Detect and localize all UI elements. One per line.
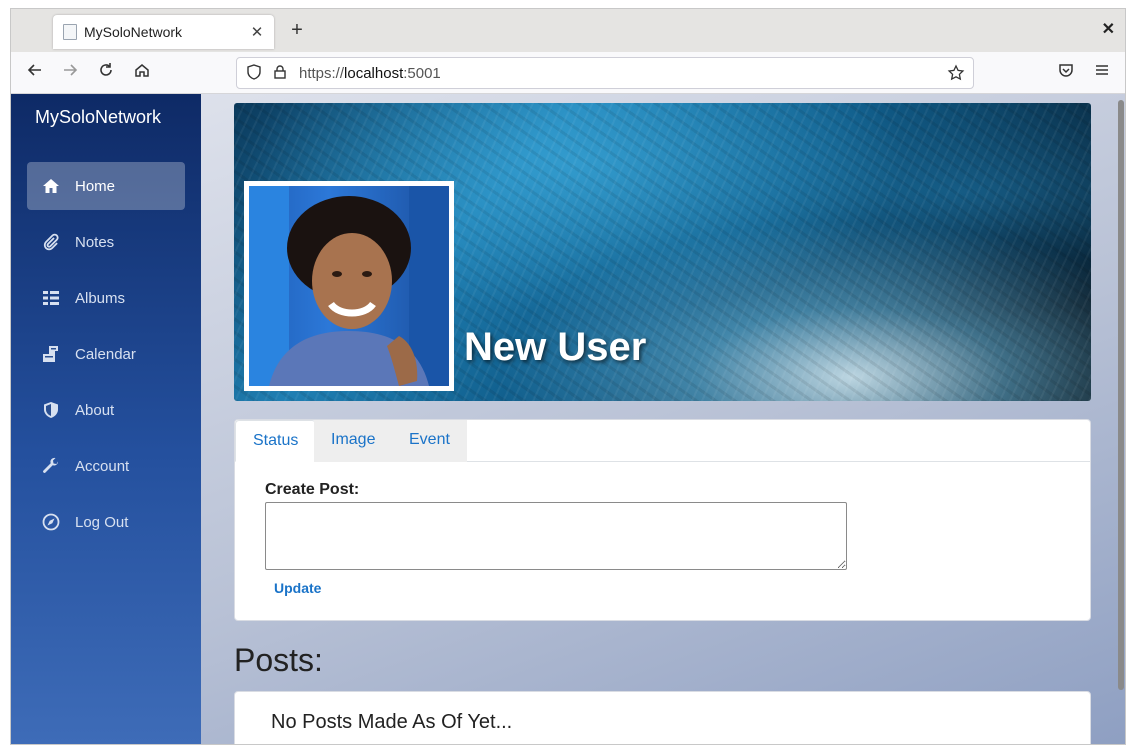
post-type-tabs: Status Image Event xyxy=(235,420,1090,462)
brand-title[interactable]: MySoloNetwork xyxy=(35,107,161,128)
sidebar-item-label: Home xyxy=(75,177,116,195)
scrollbar-thumb[interactable] xyxy=(1118,100,1124,690)
create-post-card: Status Image Event Create Post: Update xyxy=(234,419,1091,621)
sidebar-item-label: Calendar xyxy=(75,345,136,363)
post-textarea[interactable] xyxy=(265,502,847,570)
menu-hamburger-icon[interactable] xyxy=(1090,61,1114,85)
avatar-photo xyxy=(249,186,449,386)
close-tab-icon[interactable]: ✕ xyxy=(246,23,268,41)
tab-status[interactable]: Status xyxy=(235,420,317,462)
sidebar-item-label: Notes xyxy=(75,233,115,251)
sidebar-item-notes[interactable]: Notes xyxy=(27,218,185,266)
update-button[interactable]: Update xyxy=(265,577,330,599)
back-arrow-icon[interactable] xyxy=(23,61,47,85)
paperclip-icon xyxy=(41,232,61,252)
profile-banner: New User xyxy=(234,103,1091,401)
url-scheme: https:// xyxy=(299,64,345,82)
empty-posts-message: No Posts Made As Of Yet... xyxy=(271,711,513,733)
profile-name: New User xyxy=(464,325,647,369)
tracking-shield-icon[interactable] xyxy=(245,64,263,82)
sidebar-item-label: Account xyxy=(75,457,130,475)
browser-tab[interactable]: MySoloNetwork ✕ xyxy=(53,15,274,49)
tab-event[interactable]: Event xyxy=(392,420,467,462)
create-post-label: Create Post: xyxy=(265,481,360,498)
sidebar-item-about[interactable]: About xyxy=(27,386,185,434)
url-text: https://localhost:5001 xyxy=(299,65,441,82)
sidebar-item-calendar[interactable]: Calendar xyxy=(27,330,185,378)
tab-bar: MySoloNetwork ✕ + ✕ xyxy=(11,9,1125,52)
home-icon xyxy=(41,176,61,196)
list-icon xyxy=(41,288,61,308)
sidebar-item-label: About xyxy=(75,401,115,419)
calendar-icon xyxy=(41,344,61,364)
sidebar-item-albums[interactable]: Albums xyxy=(27,274,185,322)
sidebar-item-label: Albums xyxy=(75,289,126,307)
page-favicon-icon xyxy=(63,24,77,40)
avatar xyxy=(244,181,454,391)
url-port: :5001 xyxy=(403,64,441,82)
url-host: localhost xyxy=(344,64,404,82)
page-viewport: MySoloNetwork Home Notes Albums Calendar… xyxy=(11,94,1125,744)
new-tab-button[interactable]: + xyxy=(286,19,308,41)
shield-icon xyxy=(41,400,61,420)
sidebar-item-label: Log Out xyxy=(75,513,129,531)
sidebar: MySoloNetwork Home Notes Albums Calendar… xyxy=(11,94,201,744)
posts-list-card: No Posts Made As Of Yet... xyxy=(234,691,1091,744)
home-page-icon[interactable] xyxy=(130,61,154,85)
sidebar-item-account[interactable]: Account xyxy=(27,442,185,490)
navigation-toolbar: https://localhost:5001 xyxy=(11,52,1125,94)
sidebar-item-logout[interactable]: Log Out xyxy=(27,498,185,546)
pocket-icon[interactable] xyxy=(1054,61,1078,85)
reload-icon[interactable] xyxy=(94,61,118,85)
wrench-icon xyxy=(41,456,61,476)
page-scrollbar[interactable] xyxy=(1113,94,1125,744)
sidebar-item-home[interactable]: Home xyxy=(27,162,185,210)
address-bar[interactable]: https://localhost:5001 xyxy=(236,57,974,89)
tab-image[interactable]: Image xyxy=(314,420,393,462)
compass-icon xyxy=(41,512,61,532)
posts-heading: Posts: xyxy=(234,642,323,678)
tab-title: MySoloNetwork xyxy=(84,24,183,40)
browser-window: MySoloNetwork ✕ + ✕ https://localhost:50… xyxy=(10,8,1126,745)
forward-arrow-icon[interactable] xyxy=(58,61,82,85)
close-window-button[interactable]: ✕ xyxy=(1102,19,1115,39)
bookmark-star-icon[interactable] xyxy=(947,64,965,87)
lock-icon[interactable] xyxy=(271,64,289,82)
